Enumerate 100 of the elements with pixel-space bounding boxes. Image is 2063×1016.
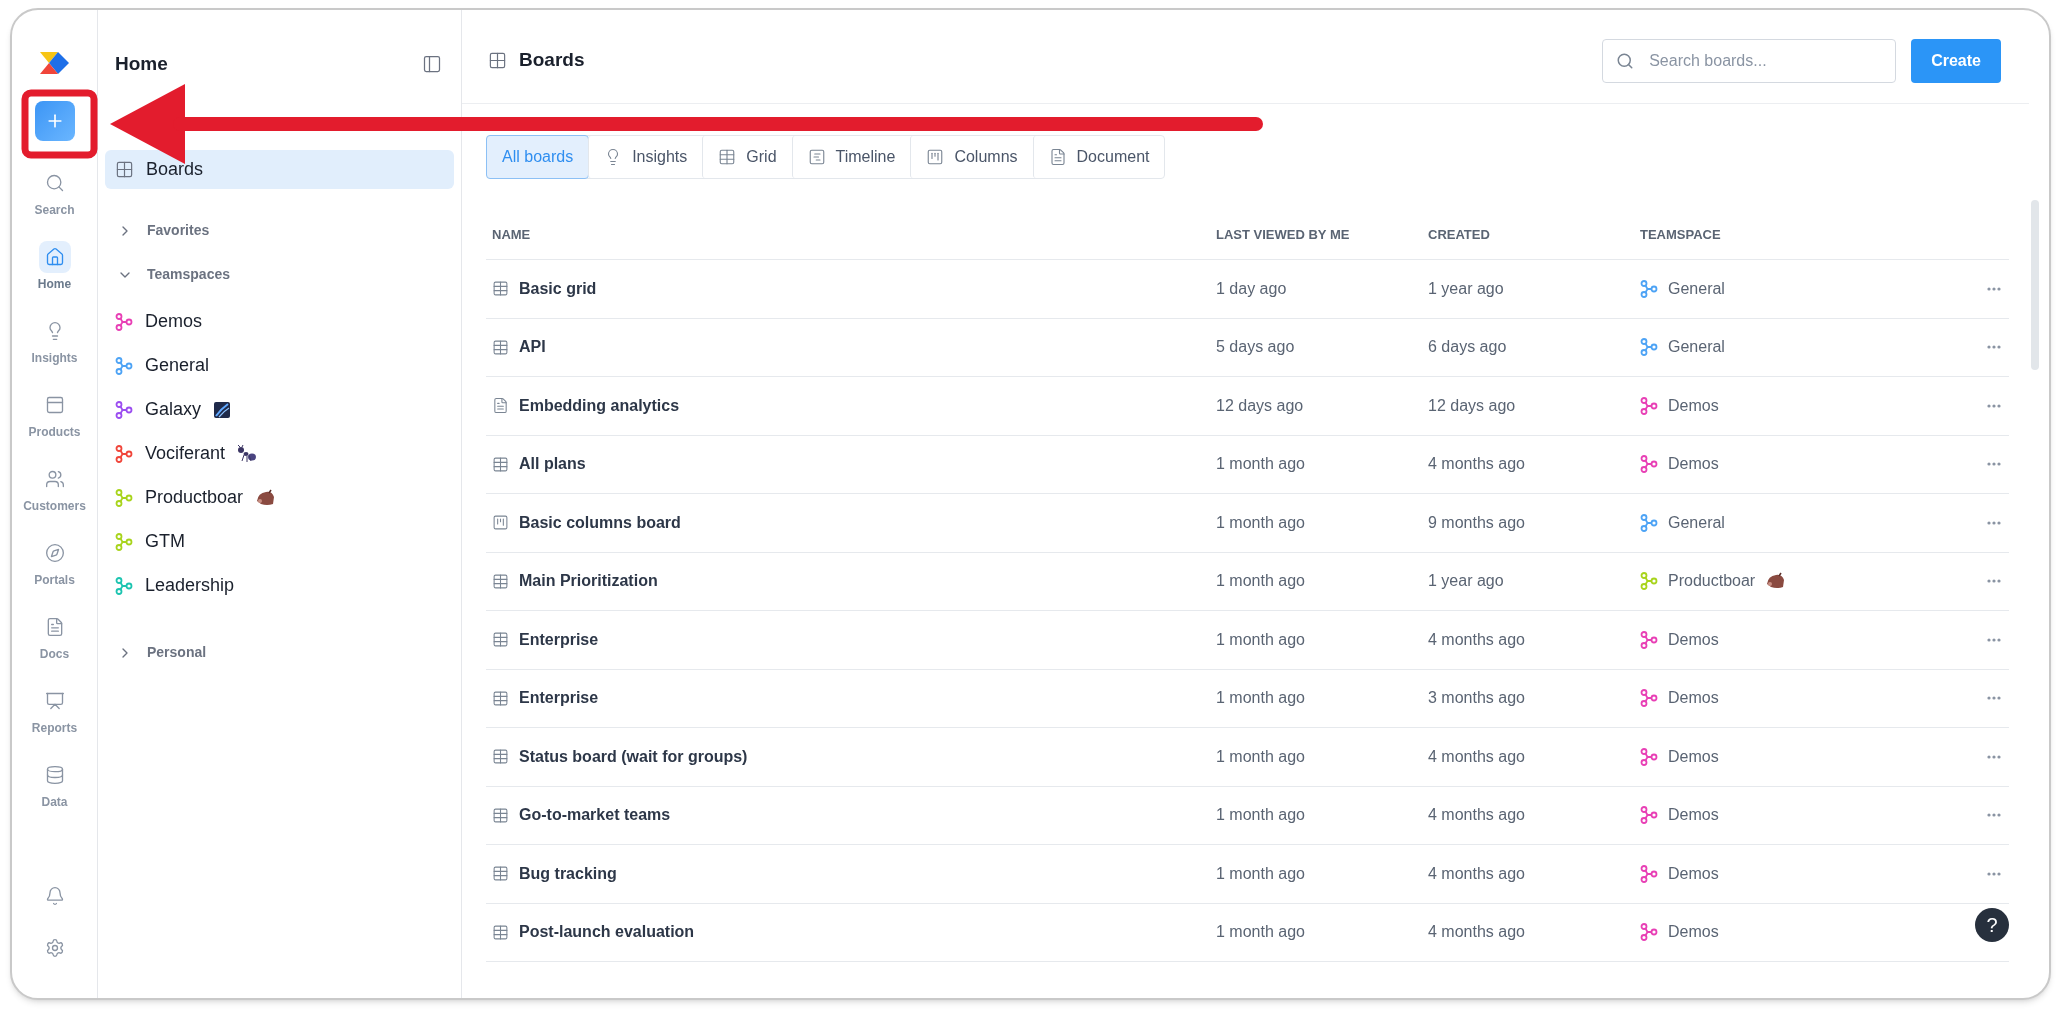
sidebar-item[interactable]: Boards xyxy=(105,149,454,189)
boar-icon xyxy=(255,488,276,507)
add-button[interactable] xyxy=(34,101,75,141)
more-button[interactable] xyxy=(1987,754,2001,759)
teamspace-cell-text: General xyxy=(1668,512,1725,533)
table-icon xyxy=(492,631,509,649)
teamspace-cell-text: Productboar xyxy=(1668,571,1756,592)
rail-label: Reports xyxy=(31,720,78,737)
board-name: Post-launch evaluation xyxy=(519,922,695,943)
window-icon xyxy=(44,395,65,415)
teamspace-cell-text: Demos xyxy=(1668,746,1719,767)
teamspace-item[interactable]: Demos xyxy=(105,299,454,344)
more-button[interactable] xyxy=(1987,286,2001,291)
teamspace-cell-text: Demos xyxy=(1668,688,1719,709)
collapse-sidebar-button[interactable] xyxy=(422,54,442,75)
teamspace-item[interactable]: GTM xyxy=(105,519,454,564)
view-tab[interactable]: Timeline xyxy=(791,136,911,178)
ant-icon xyxy=(237,444,258,463)
columns-icon xyxy=(926,148,945,166)
search-field[interactable]: Search boards... xyxy=(1602,38,1897,83)
help-button[interactable]: ? xyxy=(1975,908,2009,942)
created-cell-text: 4 months ago xyxy=(1428,805,1526,826)
teamspace-cell-text: Demos xyxy=(1668,454,1719,475)
rail-item[interactable]: Home xyxy=(14,241,95,293)
logo-icon xyxy=(39,52,70,74)
teamspace-item[interactable]: General xyxy=(105,343,454,388)
more-icon xyxy=(1987,403,2001,408)
page-title: Boards xyxy=(519,48,585,73)
last-viewed-cell-text: 1 month ago xyxy=(1216,922,1306,943)
created-cell-text: 4 months ago xyxy=(1428,922,1526,943)
more-icon xyxy=(1987,871,2001,876)
database-icon xyxy=(44,765,65,785)
last-viewed-cell-text: 1 month ago xyxy=(1216,454,1306,475)
column-header: TEAMSPACE xyxy=(1640,225,1722,244)
bell-icon xyxy=(44,886,65,906)
board-name: Main Prioritization xyxy=(519,571,658,592)
teamspace-cell-text: Demos xyxy=(1668,863,1719,884)
last-viewed-cell-text: 1 month ago xyxy=(1216,629,1306,650)
teamspace-cell-text: General xyxy=(1668,337,1725,358)
board-name: All plans xyxy=(519,454,586,475)
rail-label: Home xyxy=(37,276,72,293)
teamspace-cell-text: Demos xyxy=(1668,922,1719,943)
teamspace-item[interactable]: Galaxy xyxy=(105,387,454,432)
section-header[interactable]: Favorites xyxy=(105,213,454,248)
settings-button[interactable] xyxy=(44,938,65,958)
column-header: NAME xyxy=(492,225,532,244)
rail-label: Data xyxy=(41,794,68,811)
more-icon xyxy=(1987,286,2001,291)
search-icon xyxy=(44,173,65,193)
created-cell-text: 1 year ago xyxy=(1428,571,1505,592)
created-cell-text: 4 months ago xyxy=(1428,454,1526,475)
view-tab[interactable]: Columns xyxy=(910,136,1033,178)
last-viewed-cell-text: 1 month ago xyxy=(1216,512,1306,533)
section-header[interactable]: Teamspaces xyxy=(105,257,454,292)
column-header: CREATED xyxy=(1428,225,1491,244)
last-viewed-cell-text: 12 days ago xyxy=(1216,395,1305,416)
teamspace-name: Productboar xyxy=(145,486,244,509)
more-button[interactable] xyxy=(1987,403,2001,408)
rail-label: Customers xyxy=(23,498,86,515)
more-button[interactable] xyxy=(1987,696,2001,701)
teamspace-item[interactable]: Productboar xyxy=(105,475,454,520)
view-tab[interactable]: Grid xyxy=(702,136,792,178)
table-icon xyxy=(492,572,509,590)
board-name: Enterprise xyxy=(519,629,599,650)
created-cell-text: 9 months ago xyxy=(1428,512,1526,533)
section-header[interactable]: Personal xyxy=(105,635,454,670)
rail-label: Search xyxy=(34,202,75,219)
board-name: Basic columns board xyxy=(519,512,681,533)
teamspace-item[interactable]: Vociferant xyxy=(105,431,454,476)
more-button[interactable] xyxy=(1987,345,2001,350)
notifications-button[interactable] xyxy=(44,886,65,906)
created-cell-text: 4 months ago xyxy=(1428,629,1526,650)
more-button[interactable] xyxy=(1987,520,2001,525)
more-button[interactable] xyxy=(1987,871,2001,876)
more-button[interactable] xyxy=(1987,813,2001,818)
created-cell-text: 4 months ago xyxy=(1428,746,1526,767)
created-cell-text: 1 year ago xyxy=(1428,278,1505,299)
document-icon xyxy=(492,397,509,415)
document-icon xyxy=(1048,148,1067,166)
people-icon xyxy=(44,469,65,489)
last-viewed-cell-text: 1 day ago xyxy=(1216,278,1288,299)
board-name: Bug tracking xyxy=(519,863,617,884)
table-icon xyxy=(492,338,509,356)
table-icon xyxy=(492,455,509,473)
board-name: Embedding analytics xyxy=(519,395,680,416)
more-button[interactable] xyxy=(1987,579,2001,584)
view-tab[interactable]: Document xyxy=(1032,136,1165,178)
view-tab[interactable]: Insights xyxy=(588,136,703,178)
column-header: LAST VIEWED BY ME xyxy=(1216,225,1351,244)
rail-label: Docs xyxy=(39,646,70,663)
rail-label: Portals xyxy=(34,572,75,589)
easel-icon xyxy=(44,691,65,711)
rail-label: Insights xyxy=(31,350,78,367)
teamspace-cell-text: General xyxy=(1668,278,1725,299)
table-icon xyxy=(492,865,509,883)
more-icon xyxy=(1987,520,2001,525)
more-button[interactable] xyxy=(1987,637,2001,642)
teamspace-item[interactable]: Leadership xyxy=(105,563,454,608)
more-button[interactable] xyxy=(1987,462,2001,467)
scrollbar[interactable] xyxy=(2031,200,2039,370)
